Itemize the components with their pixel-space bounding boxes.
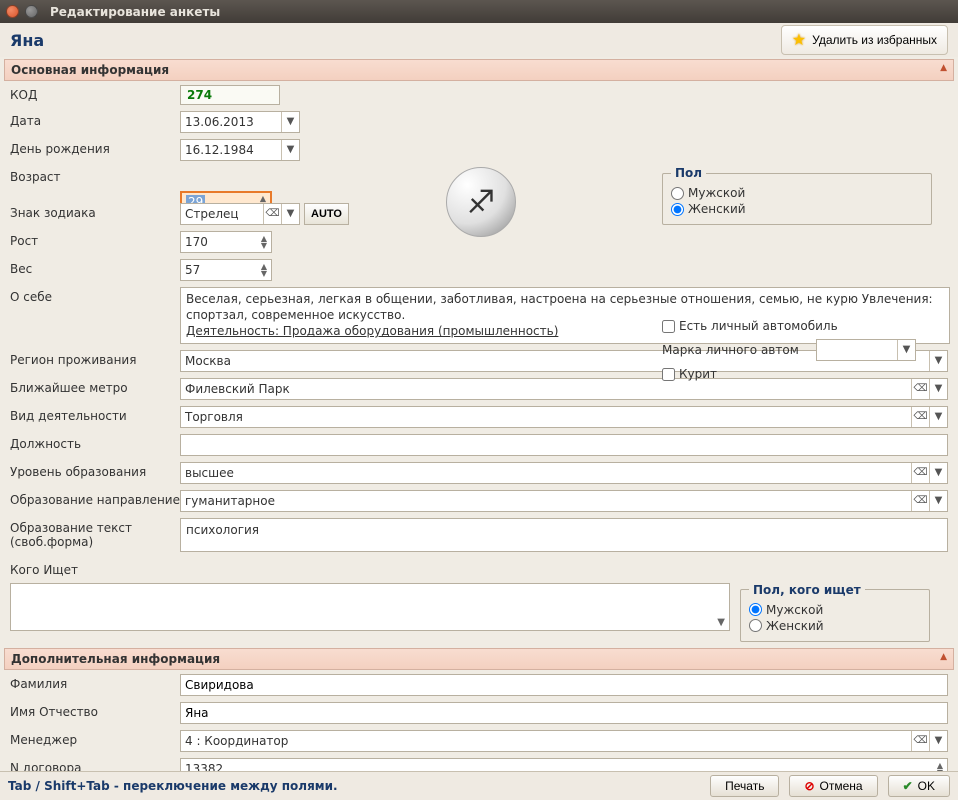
looking-gender-fieldset: Пол, кого ищет Мужской Женский [740,583,930,642]
clear-icon[interactable]: ⌫ [911,463,929,483]
zodiac-icon: ♐ [446,167,516,237]
cancel-button[interactable]: ⊘ Отмена [789,775,877,797]
smokes-checkbox[interactable] [662,368,675,381]
footer-bar: Tab / Shift+Tab - переключение между пол… [0,771,958,800]
remove-favorite-label: Удалить из избранных [812,33,937,47]
cancel-icon: ⊘ [804,779,814,793]
weight-spinner[interactable]: 57 ▲▼ [180,259,272,281]
remove-favorite-button[interactable]: ★ Удалить из избранных [781,25,948,55]
birthday-input[interactable]: 16.12.1984▼ [180,139,300,161]
clear-icon[interactable]: ⌫ [911,407,929,427]
zodiac-combo[interactable]: Стрелец ⌫ ▼ [180,203,300,225]
print-button[interactable]: Печать [710,775,779,797]
clear-icon[interactable]: ⌫ [911,731,929,751]
hint-text: Tab / Shift+Tab - переключение между пол… [8,779,700,793]
gender-legend: Пол [671,166,706,180]
edu-direction-combo[interactable]: гуманитарное ⌫ ▼ [180,490,948,512]
profile-name: Яна [10,31,44,50]
position-input[interactable] [180,434,948,456]
contract-number-spinner[interactable]: 13382 ▲▼ [180,758,948,771]
has-car-checkbox[interactable] [662,320,675,333]
header-bar: Яна ★ Удалить из избранных [0,23,958,57]
gender-fieldset: Пол Мужской Женский [662,166,932,225]
date-input[interactable]: 13.06.2013▼ [180,111,300,133]
collapse-icon: ▲ [940,652,947,662]
code-value: 274 [180,85,280,105]
activity-combo[interactable]: Торговля ⌫ ▼ [180,406,948,428]
name-patronymic-input[interactable] [180,702,948,724]
height-spinner[interactable]: 170 ▲▼ [180,231,272,253]
section-extra-info[interactable]: Дополнительная информация ▲ [4,648,954,670]
gender-female-radio[interactable] [671,203,684,216]
clear-icon[interactable]: ⌫ [263,204,281,224]
star-icon: ★ [792,30,806,50]
edu-text-textarea[interactable]: психология [180,518,948,552]
label-code: КОД [10,85,180,102]
auto-button[interactable]: AUTO [304,203,349,225]
window-minimize-button[interactable] [25,5,38,18]
car-brand-combo[interactable]: ▼ [816,339,916,361]
edu-level-combo[interactable]: высшее ⌫ ▼ [180,462,948,484]
looking-female-radio[interactable] [749,619,762,632]
looking-male-radio[interactable] [749,603,762,616]
manager-combo[interactable]: 4 : Координатор ⌫ ▼ [180,730,948,752]
gender-male-radio[interactable] [671,187,684,200]
ok-button[interactable]: ✔ OK [888,775,950,797]
window-titlebar: Редактирование анкеты [0,0,958,23]
section-main-info[interactable]: Основная информация ▲ [4,59,954,81]
window-title: Редактирование анкеты [50,5,220,19]
collapse-icon: ▲ [940,63,947,73]
window-close-button[interactable] [6,5,19,18]
ok-icon: ✔ [903,779,913,793]
looking-textarea[interactable]: ▼ [10,583,730,631]
clear-icon[interactable]: ⌫ [911,491,929,511]
surname-input[interactable] [180,674,948,696]
main-scroll[interactable]: Основная информация ▲ Пол Мужской Женски… [0,57,958,771]
